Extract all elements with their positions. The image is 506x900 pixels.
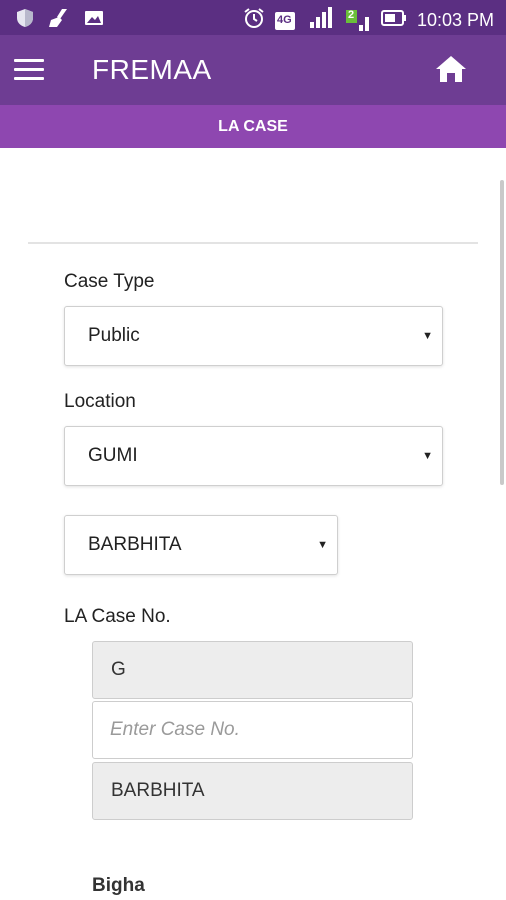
status-bar: 4G 2 10:03 PM	[0, 0, 506, 35]
status-notification-icons	[16, 8, 104, 33]
dropdown-arrow-icon: ▼	[422, 450, 433, 462]
location-label: Location	[64, 391, 136, 412]
status-system-icons: 4G 2 10:03 PM	[243, 6, 494, 35]
battery-icon	[380, 10, 407, 31]
sub-location-select[interactable]: BARBHITA ▼	[64, 515, 338, 575]
case-no-input[interactable]	[93, 702, 412, 758]
case-no-field[interactable]	[92, 701, 413, 759]
page-subheader: LA CASE	[0, 105, 506, 148]
case-type-select[interactable]: Public ▼	[64, 306, 443, 366]
network-4g-icon: 4G	[274, 10, 299, 32]
sim2-signal-icon: 2	[345, 9, 371, 33]
case-prefix-field: G	[92, 641, 413, 699]
case-suffix-value: BARBHITA	[111, 780, 205, 801]
bigha-label: Bigha	[92, 875, 145, 896]
divider	[28, 242, 478, 244]
alarm-icon	[243, 7, 265, 34]
location-select[interactable]: GUMI ▼	[64, 426, 443, 486]
sim-slot-label: 2	[347, 8, 355, 21]
case-type-value: Public	[88, 325, 140, 346]
dropdown-arrow-icon: ▼	[317, 539, 328, 551]
network-type-label: 4G	[276, 13, 292, 26]
scrollbar[interactable]	[500, 180, 504, 485]
app-bar: FREMAA	[0, 35, 506, 105]
signal-strength-icon	[309, 6, 335, 35]
image-icon	[84, 9, 104, 32]
menu-icon[interactable]	[14, 59, 44, 81]
app-title: FREMAA	[92, 54, 212, 85]
case-suffix-field: BARBHITA	[92, 762, 413, 820]
location-value: GUMI	[88, 445, 138, 466]
sub-location-value: BARBHITA	[88, 534, 182, 555]
shield-icon	[16, 8, 34, 33]
home-icon[interactable]	[434, 54, 468, 84]
case-type-label: Case Type	[64, 271, 155, 292]
status-time: 10:03 PM	[416, 10, 494, 30]
dropdown-arrow-icon: ▼	[422, 330, 433, 342]
case-prefix-value: G	[111, 659, 126, 680]
broom-icon	[48, 8, 70, 33]
la-case-no-label: LA Case No.	[64, 606, 171, 627]
